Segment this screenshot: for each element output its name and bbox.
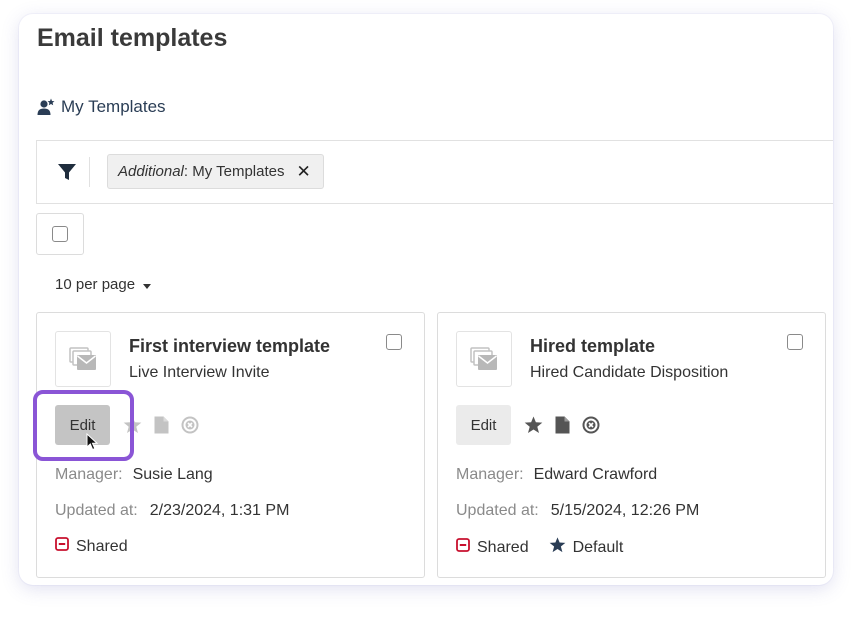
shared-label: Shared: [76, 537, 128, 555]
close-icon[interactable]: ✕: [296, 163, 310, 180]
page-title: Email templates: [37, 24, 228, 52]
card-actions: [524, 416, 600, 439]
user-star-icon: [37, 98, 55, 116]
filter-chip-value: : My Templates: [183, 163, 285, 180]
document-icon[interactable]: [555, 416, 570, 439]
shared-badge: Shared: [55, 537, 128, 556]
updated-row: Updated at: 5/15/2024, 12:26 PM: [456, 502, 699, 520]
filter-bar: Additional: My Templates ✕: [36, 140, 833, 204]
card-checkbox[interactable]: [787, 334, 803, 350]
card-badges: Shared Default: [456, 537, 623, 558]
filter-chip-key: Additional: [118, 163, 184, 180]
per-page-dropdown[interactable]: 10 per page: [55, 276, 152, 293]
updated-label: Updated at:: [55, 502, 138, 519]
edit-button[interactable]: Edit: [55, 405, 110, 445]
mouse-pointer-icon: [86, 432, 99, 456]
email-templates-panel: Email templates My Templates Additional:…: [19, 14, 833, 585]
updated-value: 2/23/2024, 1:31 PM: [149, 502, 290, 519]
shared-label: Shared: [477, 538, 529, 556]
default-label: Default: [572, 538, 624, 556]
email-template-icon: [55, 331, 111, 387]
per-page-label: 10 per page: [55, 276, 136, 293]
card-subtitle: Live Interview Invite: [129, 364, 270, 381]
star-icon: [549, 537, 566, 558]
select-all-control[interactable]: [36, 213, 84, 255]
card-subtitle: Hired Candidate Disposition: [530, 364, 729, 381]
card-badges: Shared: [55, 537, 128, 556]
manager-label: Manager:: [55, 466, 123, 483]
updated-label: Updated at:: [456, 502, 539, 519]
manager-row: Manager: Susie Lang: [55, 466, 213, 484]
minus-square-icon: [456, 538, 470, 557]
document-icon[interactable]: [154, 416, 169, 439]
shared-badge: Shared: [456, 538, 529, 557]
star-icon[interactable]: [123, 416, 142, 439]
manager-label: Manager:: [456, 466, 524, 483]
my-templates-label: My Templates: [61, 97, 166, 116]
caret-down-icon: [143, 283, 152, 289]
circle-x-icon[interactable]: [582, 416, 600, 439]
edit-button[interactable]: Edit: [456, 405, 511, 445]
template-card: Hired template Hired Candidate Dispositi…: [437, 312, 826, 578]
circle-x-icon[interactable]: [181, 416, 199, 439]
minus-square-icon: [55, 537, 69, 556]
card-title[interactable]: First interview template: [129, 336, 330, 357]
filter-divider: [89, 157, 90, 187]
manager-row: Manager: Edward Crawford: [456, 466, 657, 484]
updated-row: Updated at: 2/23/2024, 1:31 PM: [55, 502, 289, 520]
updated-value: 5/15/2024, 12:26 PM: [550, 502, 700, 519]
manager-value: Edward Crawford: [533, 466, 658, 483]
card-title[interactable]: Hired template: [530, 336, 655, 357]
filter-chip-my-templates: Additional: My Templates ✕: [107, 154, 324, 189]
card-checkbox[interactable]: [386, 334, 402, 350]
my-templates-link[interactable]: My Templates: [37, 97, 166, 117]
filter-chip-label: Additional: My Templates: [118, 163, 284, 180]
email-template-icon: [456, 331, 512, 387]
star-icon[interactable]: [524, 416, 543, 439]
select-all-checkbox[interactable]: [52, 226, 68, 242]
default-badge: Default: [549, 537, 624, 558]
card-actions: [123, 416, 199, 439]
filter-icon[interactable]: [57, 162, 77, 187]
manager-value: Susie Lang: [132, 466, 213, 483]
